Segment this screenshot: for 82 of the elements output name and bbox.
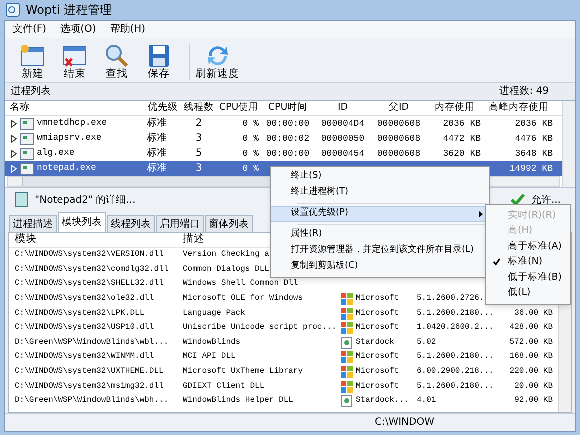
table-cell: 00000608 [377, 134, 421, 144]
table-cell: 00000608 [377, 148, 421, 159]
table-cell: 14992 KB [510, 164, 553, 174]
table-cell: Microsoft UxTheme Library [183, 367, 304, 376]
table-cell: 36.00 KB [514, 308, 553, 318]
table-cell-text: vmnetdhcp.exe [37, 116, 108, 130]
table-cell: 00:00:02 [266, 134, 310, 144]
table-cell: 000004D4 [321, 118, 365, 129]
table-cell: 5.02 [417, 338, 436, 347]
table-cell: 2036 KB [443, 118, 481, 129]
table-cell: Windows Shell Common Dll [183, 279, 298, 288]
table-cell: Microsoft [356, 351, 400, 364]
table-cell: 2036 KB [515, 118, 553, 129]
table-cell-text: wmiapsrv.exe [37, 132, 102, 145]
table-cell: 标准 [147, 118, 167, 129]
table-cell: 00:00:00 [266, 118, 310, 129]
table-cell: C:\WINDOWS\system32\UXTHEME.DLL [15, 367, 164, 376]
table-cell: C:\WINDOWS\system32\comdlg32.dll [15, 264, 169, 274]
table-cell: 5.1.2600.2180... [417, 352, 494, 362]
table-cell: 168.00 KB [510, 352, 553, 362]
table-cell: 3 [196, 163, 202, 174]
table-cell: Microsoft [356, 322, 400, 334]
table-cell: Microsoft [356, 380, 400, 393]
table-cell: 00000050 [321, 134, 365, 144]
table-cell: 标准 [147, 163, 167, 174]
table-cell: Language Pack [183, 308, 246, 318]
table-cell: 0 % [242, 164, 259, 174]
table-cell: 标准 [147, 148, 167, 159]
table-cell: 1.0420.2600.2... [417, 323, 494, 332]
table-cell: Version Checking a [183, 250, 270, 260]
table-cell: D:\Green\WSP\WindowBlinds\wbl... [15, 338, 169, 347]
table-cell: 6.00.2900.218... [417, 367, 494, 376]
table-cell: C:\WINDOWS\system32\msimg32.dll [15, 382, 164, 391]
table-cell: WindowBlinds [183, 338, 241, 347]
table-cell: 5 [196, 148, 202, 159]
table-cell: Uniscribe Unicode script proc... [183, 323, 337, 332]
window-title: Wopti 进程管理 [26, 2, 112, 19]
table-cell: C:\WINDOWS\system32\USP10.dll [15, 323, 154, 332]
table-cell: 220.00 KB [510, 367, 553, 376]
table-cell: 标准 [147, 133, 167, 144]
table-cell: 428.00 KB [510, 323, 553, 332]
status-path: C:\WINDOW [375, 417, 434, 428]
table-cell: Microsoft [356, 293, 400, 306]
table-cell: Common Dialogs DLL [183, 264, 270, 274]
table-cell: 0 % [242, 118, 259, 129]
table-cell: 2 [196, 118, 202, 129]
table-cell: 00000454 [321, 148, 365, 159]
detail-title: "Notepad2" 的详细... [35, 194, 136, 208]
table-cell: 0 % [242, 148, 259, 159]
table-cell: WindowBlinds Helper DLL [183, 396, 294, 406]
process-count: 进程数: 49 [500, 84, 549, 99]
table-cell: C:\WINDOWS\system32\SHELL32.dll [15, 279, 164, 288]
table-cell: C:\WINDOWS\system32\LPK.DLL [15, 308, 145, 318]
table-cell: 4476 KB [515, 134, 553, 144]
table-cell: D:\Green\WSP\WindowBlinds\wbh... [15, 396, 169, 406]
table-cell: 0 % [242, 134, 259, 144]
table-cell: 00:00:00 [266, 148, 310, 159]
table-cell: 92.00 KB [514, 396, 553, 406]
table-cell: 4472 KB [443, 134, 481, 144]
table-cell: Stardock [356, 336, 394, 349]
table-cell: 5.1.2600.2726. [417, 294, 484, 304]
table-cell-text: alg.exe [37, 146, 75, 160]
table-cell: 572.00 KB [510, 338, 553, 347]
table-cell-text: notepad.exe [37, 162, 96, 175]
table-cell: MCI API DLL [183, 352, 236, 362]
table-cell: Microsoft [356, 308, 400, 320]
table-cell: 00000608 [377, 118, 421, 129]
table-cell: 5.1.2600.2180... [417, 382, 494, 391]
table-cell: C:\WINDOWS\system32\WINMM.dll [15, 352, 154, 362]
table-cell: Microsoft [356, 366, 400, 378]
table-cell: C:\WINDOWS\system32\ole32.dll [15, 294, 154, 304]
table-cell: 3 [196, 133, 202, 144]
table-cell: Stardock... [356, 395, 409, 408]
table-cell: Microsoft OLE for Windows [183, 294, 304, 304]
table-cell: 3620 KB [443, 148, 481, 159]
table-cell: C:\WINDOWS\system32\VERSION.dll [15, 250, 164, 260]
table-cell: 20.00 KB [514, 382, 553, 391]
table-cell: GDIEXT Client DLL [183, 382, 265, 391]
table-cell: 3648 KB [515, 148, 553, 159]
table-cell: 5.1.2600.2180... [417, 308, 494, 318]
panel-title: 进程列表 [11, 84, 51, 99]
table-cell: 4.01 [417, 396, 436, 406]
